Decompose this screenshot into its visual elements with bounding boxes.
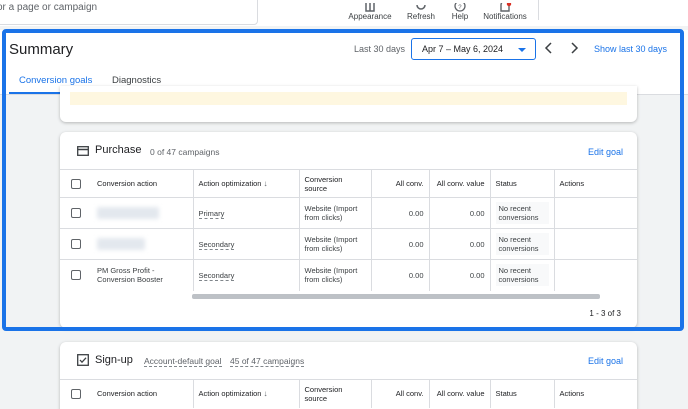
refresh-button[interactable]: Refresh (403, 0, 439, 22)
source-cell: Website (Import from clicks) (299, 197, 372, 229)
select-all-cell[interactable] (60, 169, 92, 198)
appearance-icon (346, 0, 394, 12)
help-label: Help (451, 12, 469, 21)
edit-goal-link[interactable]: Edit goal (588, 356, 623, 366)
search-placeholder: or a page or campaign (0, 2, 98, 13)
table-header: Conversion action Action optimization ↓ … (60, 169, 637, 198)
all-conv-cell: 0.00 (371, 228, 430, 260)
appearance-label: Appearance (348, 12, 392, 21)
column-header[interactable]: Conversion source (299, 169, 372, 198)
tab-diagnostics[interactable]: Diagnostics (112, 75, 161, 86)
column-header[interactable]: Conversion action (92, 379, 194, 408)
optimization-cell[interactable]: Secondary (193, 228, 300, 260)
sort-down-icon: ↓ (263, 179, 268, 188)
table-header: Conversion action Action optimization ↓ … (60, 379, 637, 408)
chevron-left-icon[interactable] (542, 41, 556, 55)
card-title: Purchase (95, 144, 142, 156)
appearance-button[interactable]: Appearance (346, 0, 394, 22)
row-checkbox[interactable] (71, 239, 81, 249)
top-bar: or a page or campaign Appearance Refresh… (0, 0, 688, 26)
conversion-actions-table: Conversion action Action optimization ↓ … (60, 169, 637, 291)
campaign-count: 0 of 47 campaigns (150, 147, 220, 157)
signup-goal-card: Sign-up Account-default goal 45 of 47 ca… (60, 342, 637, 409)
select-all-checkbox[interactable] (71, 388, 81, 399)
edit-goal-link[interactable]: Edit goal (588, 147, 623, 157)
credit-card-icon (77, 146, 89, 156)
caret-down-icon (518, 48, 526, 52)
table-row: PM Gross Profit - Conversion Booster Sec… (60, 259, 637, 291)
redacted-name (97, 238, 145, 250)
toolbar-divider (538, 0, 539, 20)
purchase-goal-card: Purchase 0 of 47 campaigns Edit goal Con… (60, 132, 637, 328)
all-conv-value-cell: 0.00 (429, 228, 491, 260)
redacted-name (97, 207, 159, 219)
source-cell: Website (Import from clicks) (299, 228, 372, 260)
column-header-sortable[interactable]: Action optimization ↓ (193, 379, 300, 408)
refresh-icon (403, 0, 439, 10)
column-header[interactable]: Conversion action (92, 169, 194, 198)
actions-cell (554, 259, 637, 291)
row-select-cell[interactable] (60, 228, 92, 260)
column-header[interactable]: Conversion source (299, 379, 372, 408)
all-conv-value-cell: 0.00 (429, 259, 491, 291)
checkbox-goal-icon (77, 354, 89, 366)
conversion-actions-table: Conversion action Action optimization ↓ … (60, 379, 637, 408)
tab-conversion-goals[interactable]: Conversion goals (19, 75, 92, 86)
all-conv-cell: 0.00 (371, 197, 430, 229)
search-input[interactable]: or a page or campaign (0, 0, 258, 25)
notifications-button[interactable]: Notifications (480, 0, 530, 22)
row-checkbox[interactable] (71, 208, 81, 218)
status-cell: No recent conversions (490, 228, 555, 260)
table-row: Primary Website (Import from clicks) 0.0… (60, 197, 637, 229)
column-header-sortable[interactable]: Action optimization ↓ (193, 169, 300, 198)
select-all-cell[interactable] (60, 379, 92, 408)
optimization-cell[interactable]: Secondary (193, 259, 300, 291)
chevron-right-icon[interactable] (567, 41, 581, 55)
card-title: Sign-up (95, 354, 133, 366)
date-range-label: Last 30 days (354, 44, 406, 54)
conversion-action-cell[interactable] (92, 228, 194, 260)
help-button[interactable]: ? Help (448, 0, 472, 22)
column-header[interactable]: All conv. value (429, 379, 491, 408)
actions-cell (554, 197, 637, 229)
date-range-value: Apr 7 – May 6, 2024 (422, 44, 504, 54)
column-header[interactable]: All conv. (371, 379, 430, 408)
conversion-action-cell[interactable] (92, 197, 194, 229)
horizontal-scrollbar[interactable] (192, 294, 600, 299)
column-header: Actions (554, 379, 637, 408)
column-header[interactable]: All conv. (371, 169, 430, 198)
help-icon: ? (448, 0, 472, 12)
status-cell: No recent conversions (490, 197, 555, 229)
notifications-label: Notifications (483, 12, 527, 21)
sort-down-icon: ↓ (263, 389, 268, 399)
actions-cell (554, 228, 637, 260)
all-conv-cell: 0.00 (371, 259, 430, 291)
show-last-30-days-link[interactable]: Show last 30 days (594, 44, 667, 54)
column-header: Status (490, 379, 555, 408)
status-cell: No recent conversions (490, 259, 555, 291)
campaign-count[interactable]: 45 of 47 campaigns (230, 356, 305, 367)
table-row: Secondary Website (Import from clicks) 0… (60, 228, 637, 260)
refresh-label: Refresh (406, 12, 435, 21)
source-cell: Website (Import from clicks) (299, 259, 372, 291)
select-all-checkbox[interactable] (71, 178, 81, 189)
warning-banner (70, 92, 627, 105)
previous-goal-card (60, 86, 637, 122)
notifications-icon (480, 0, 530, 12)
column-header: Actions (554, 169, 637, 198)
optimization-cell[interactable]: Primary (193, 197, 300, 229)
pagination-count: 1 - 3 of 3 (589, 309, 621, 318)
all-conv-value-cell: 0.00 (429, 197, 491, 229)
date-range-select[interactable]: Apr 7 – May 6, 2024 (411, 38, 536, 60)
column-header[interactable]: All conv. value (429, 169, 491, 198)
conversion-action-link[interactable]: PM Gross Profit - Conversion Booster (92, 259, 194, 291)
row-select-cell[interactable] (60, 259, 92, 291)
account-default-goal-label[interactable]: Account-default goal (144, 356, 222, 367)
column-header: Status (490, 169, 555, 198)
page-title: Summary (9, 41, 74, 58)
row-select-cell[interactable] (60, 197, 92, 229)
row-checkbox[interactable] (71, 270, 81, 281)
